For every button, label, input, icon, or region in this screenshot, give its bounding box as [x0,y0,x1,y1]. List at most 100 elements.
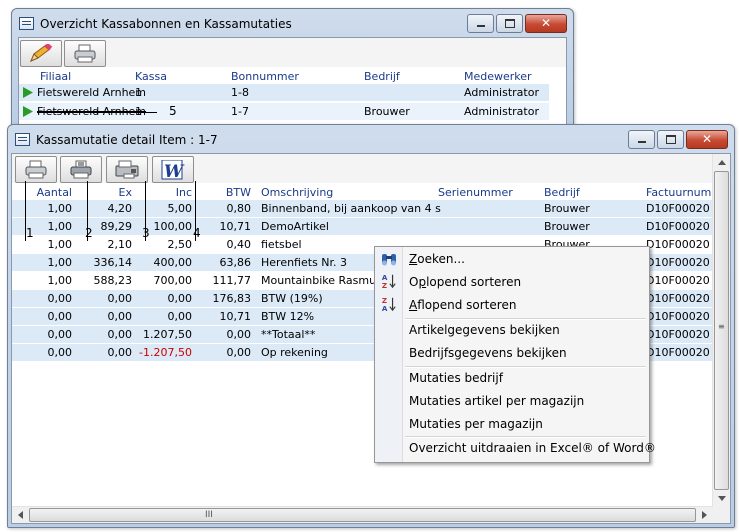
col-omschrijving[interactable]: Omschrijving [261,186,333,199]
svg-text:W: W [164,162,185,180]
menu-item-aflopend-sorteren[interactable]: Aflopend sorteren [409,295,516,315]
col-bedrijf[interactable]: Bedrijf [544,186,580,199]
print-button[interactable] [15,156,57,183]
annotation-4: 4 [193,226,201,240]
close-button[interactable]: ✕ [525,14,567,33]
col-bedrijf[interactable]: Bedrijf [364,70,400,83]
cell-ex: 0,00 [107,328,133,341]
cell-oms: Op rekening [261,346,328,359]
word-icon: W [161,160,185,180]
cell-aantal: 0,00 [47,310,73,323]
cell-factuur: D10F00020 [646,346,710,359]
play-icon [23,106,33,117]
cell-aantal: 1,00 [47,220,73,233]
col-kassa[interactable]: Kassa [135,70,167,83]
menu-item-oplopend-sorteren[interactable]: Oplopend sorteren [409,272,521,292]
cell-aantal: 1,00 [47,256,73,269]
edit-button[interactable] [20,40,62,67]
menu-item-overzicht-uitdraaien[interactable]: Overzicht uitdraaien in Excel® of Word® [409,438,656,458]
scroll-left-icon[interactable] [18,511,23,519]
scroll-down-icon[interactable] [718,496,726,501]
col-inc[interactable]: Inc [134,186,192,199]
maximize-button[interactable] [496,14,523,33]
cell-inc: -1.207,50 [139,346,192,359]
cell-bedrijf: Brouwer [544,202,590,215]
table-row[interactable]: 1,00 4,20 5,00 0,80 Binnenband, bij aankoop … [12,200,712,217]
cell-oms: BTW (19%) [261,292,323,305]
col-serienummer[interactable]: Serienummer [438,186,513,199]
menu-item-mutaties-per-magazijn[interactable]: Mutaties per magazijn [409,414,543,434]
annotation-line-5 [37,112,157,113]
cell-aantal: 1,00 [47,238,73,251]
cell-oms: Binnenband, bij aankoop van 4 s [261,202,441,215]
binoculars-icon [382,254,396,266]
col-factuurnummer[interactable]: Factuurnumm [646,186,722,199]
minimize-button[interactable] [628,130,655,149]
cell-btw: 10,71 [219,310,252,323]
scroll-up-icon[interactable] [718,160,726,165]
annotation-3: 3 [142,226,150,240]
horizontal-scroll-thumb[interactable]: III [29,508,696,522]
overview-titlebar[interactable]: Overzicht Kassabonnen en Kassamutaties ✕ [12,9,573,37]
menu-item-bedrijfsgegevens[interactable]: Bedrijfsgegevens bekijken [409,343,567,363]
annotation-2: 2 [85,226,93,240]
cell-factuur: D10F00020 [646,202,710,215]
close-icon: ✕ [540,16,552,30]
col-bonnummer[interactable]: Bonnummer [231,70,299,83]
cell-factuur: D10F00020 [646,220,710,233]
menu-item-mutaties-artikel-per-magazijn[interactable]: Mutaties artikel per magazijn [409,391,584,411]
menu-item-mutaties-bedrijf[interactable]: Mutaties bedrijf [409,368,503,388]
table-row[interactable]: 1,00 89,29 100,00 10,71 DemoArtikel Brouwer D1… [12,218,712,235]
cell-inc: 0,00 [167,310,193,323]
cell-ex: 89,29 [100,220,133,233]
overview-window: Overzicht Kassabonnen en Kassamutaties ✕ [11,8,574,132]
printer-icon [74,44,96,63]
cell-ex: 0,00 [107,292,133,305]
cell-factuur: D10F00020 [646,238,710,251]
cell-oms: **Totaal** [261,328,316,341]
close-button[interactable]: ✕ [686,130,728,149]
overview-title: Overzicht Kassabonnen en Kassamutaties [40,17,292,31]
word-export-button[interactable]: W [152,156,194,183]
close-icon: ✕ [701,132,713,146]
col-ex[interactable]: Ex [74,186,132,199]
cell-aantal: 0,00 [47,328,73,341]
col-filiaal[interactable]: Filiaal [40,70,71,83]
horizontal-scrollbar[interactable]: III [12,506,713,523]
print-list-button[interactable] [60,156,102,183]
cell-inc: 5,00 [167,202,193,215]
cell-factuur: D10F00020 [646,292,710,305]
fax-button[interactable] [106,156,148,183]
print-button[interactable] [64,40,106,67]
col-btw[interactable]: BTW [194,186,251,199]
cell-aantal: 1,00 [47,202,73,215]
detail-title: Kassamutatie detail Item : 1-7 [36,133,218,147]
annotation-1: 1 [26,226,34,240]
detail-titlebar[interactable]: Kassamutatie detail Item : 1-7 ✕ [8,125,734,153]
table-row[interactable]: Fietswereld Arnhem 1 1-8 Administrator [19,84,549,101]
sort-az-icon: A Z [382,273,396,289]
vertical-scroll-thumb[interactable]: ≡ [714,171,729,490]
grip-label: III [205,510,213,520]
vertical-scrollbar[interactable]: ≡ [712,154,730,507]
maximize-button[interactable] [657,130,684,149]
cell-btw: 111,77 [212,274,252,287]
annotation-5: 5 [169,104,177,118]
cell-factuur: D10F00020 [646,256,710,269]
cell-oms: DemoArtikel [261,220,329,233]
menu-item-artikelgegevens[interactable]: Artikelgegevens bekijken [409,320,560,340]
scroll-right-icon[interactable] [702,511,707,519]
cell-ex: 2,10 [107,238,133,251]
play-icon [23,87,33,98]
cell-factuur: D10F00020 [646,328,710,341]
cell-ex: 588,23 [93,274,133,287]
cell-inc: 700,00 [153,274,193,287]
minimize-button[interactable] [467,14,494,33]
col-aantal[interactable]: Aantal [12,186,72,199]
menu-item-zoeken[interactable]: Zoeken... [409,249,465,269]
col-medewerker[interactable]: Medewerker [464,70,532,83]
cell-btw: 0,00 [226,328,252,341]
cell-factuur: D10F00020 [646,274,710,287]
detail-header: Aantal Ex Inc BTW Omschrijving Serienumm… [12,185,730,200]
printer-list-icon [70,160,92,179]
